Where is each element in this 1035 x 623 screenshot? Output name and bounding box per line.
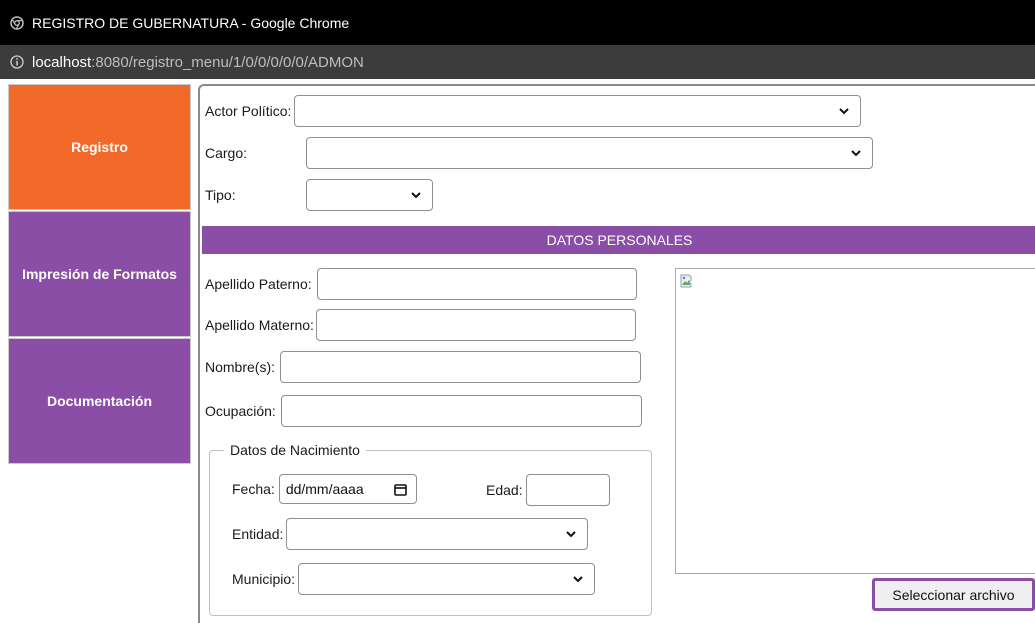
ocupacion-input[interactable]: [280, 395, 642, 427]
fecha-input[interactable]: dd/mm/aaaa: [278, 474, 417, 504]
sidebar-menu: Registro Impresión de Formatos Documenta…: [8, 84, 191, 466]
section-header-datos-personales: DATOS PERSONALES: [202, 226, 1035, 254]
sidebar-item-registro[interactable]: Registro: [8, 84, 191, 210]
edad-label: Edad:: [486, 482, 523, 498]
datos-nacimiento-fieldset: Datos de Nacimiento Fecha: dd/mm/aaaa Ed…: [209, 442, 652, 616]
municipio-select[interactable]: [298, 563, 596, 595]
sidebar-item-documentacion[interactable]: Documentación: [8, 338, 191, 464]
datos-nacimiento-legend: Datos de Nacimiento: [224, 442, 366, 458]
sidebar-item-impresion-formatos[interactable]: Impresión de Formatos: [8, 211, 191, 337]
entidad-label: Entidad:: [232, 526, 284, 542]
apellido-paterno-label: Apellido Paterno:: [205, 276, 312, 292]
edad-input[interactable]: [525, 474, 610, 506]
chevron-down-icon: [411, 192, 421, 199]
chevron-down-icon: [851, 150, 861, 157]
chevron-down-icon: [566, 531, 577, 538]
window-title-bar: REGISTRO DE GUBERNATURA - Google Chrome: [0, 0, 1035, 45]
chrome-icon: [10, 15, 24, 30]
address-bar[interactable]: localhost:8080/registro_menu/1/0/0/0/0/0…: [0, 45, 1035, 79]
photo-preview: [675, 268, 1035, 574]
sidebar-item-label: Documentación: [46, 393, 152, 409]
tipo-label: Tipo:: [205, 187, 236, 203]
registration-form: Actor Político: Cargo: Tipo: DATOS PERSO…: [198, 84, 1035, 623]
cargo-label: Cargo:: [205, 145, 248, 161]
sidebar-item-label: Registro: [71, 139, 128, 155]
info-icon[interactable]: [10, 55, 24, 69]
url-host[interactable]: localhost: [32, 54, 91, 71]
sidebar-item-label: Impresión de Formatos: [22, 266, 177, 282]
municipio-label: Municipio:: [232, 571, 296, 587]
entidad-select[interactable]: [286, 518, 589, 550]
fecha-label: Fecha:: [232, 481, 275, 497]
chevron-down-icon: [573, 576, 583, 583]
apellido-materno-label: Apellido Materno:: [205, 317, 314, 333]
url-path[interactable]: :8080/registro_menu/1/0/0/0/0/0/ADMON: [91, 54, 364, 71]
apellido-paterno-input[interactable]: [316, 268, 637, 300]
tipo-select[interactable]: [306, 179, 433, 211]
chevron-down-icon: [839, 108, 850, 115]
window-title: REGISTRO DE GUBERNATURA - Google Chrome: [32, 14, 350, 31]
calendar-icon[interactable]: [394, 483, 407, 496]
nombres-label: Nombre(s):: [205, 359, 276, 375]
actor-politico-label: Actor Político:: [205, 103, 292, 119]
actor-politico-select[interactable]: [294, 95, 862, 127]
select-file-label: Seleccionar archivo: [892, 586, 1015, 603]
section-title: DATOS PERSONALES: [546, 232, 693, 248]
select-file-button[interactable]: Seleccionar archivo: [872, 578, 1035, 611]
nombres-input[interactable]: [280, 351, 642, 383]
fecha-placeholder: dd/mm/aaaa: [285, 481, 364, 497]
cargo-select[interactable]: [306, 137, 873, 169]
apellido-materno-input[interactable]: [315, 309, 636, 341]
broken-image-icon: [680, 274, 692, 288]
ocupacion-label: Ocupación:: [205, 403, 276, 419]
